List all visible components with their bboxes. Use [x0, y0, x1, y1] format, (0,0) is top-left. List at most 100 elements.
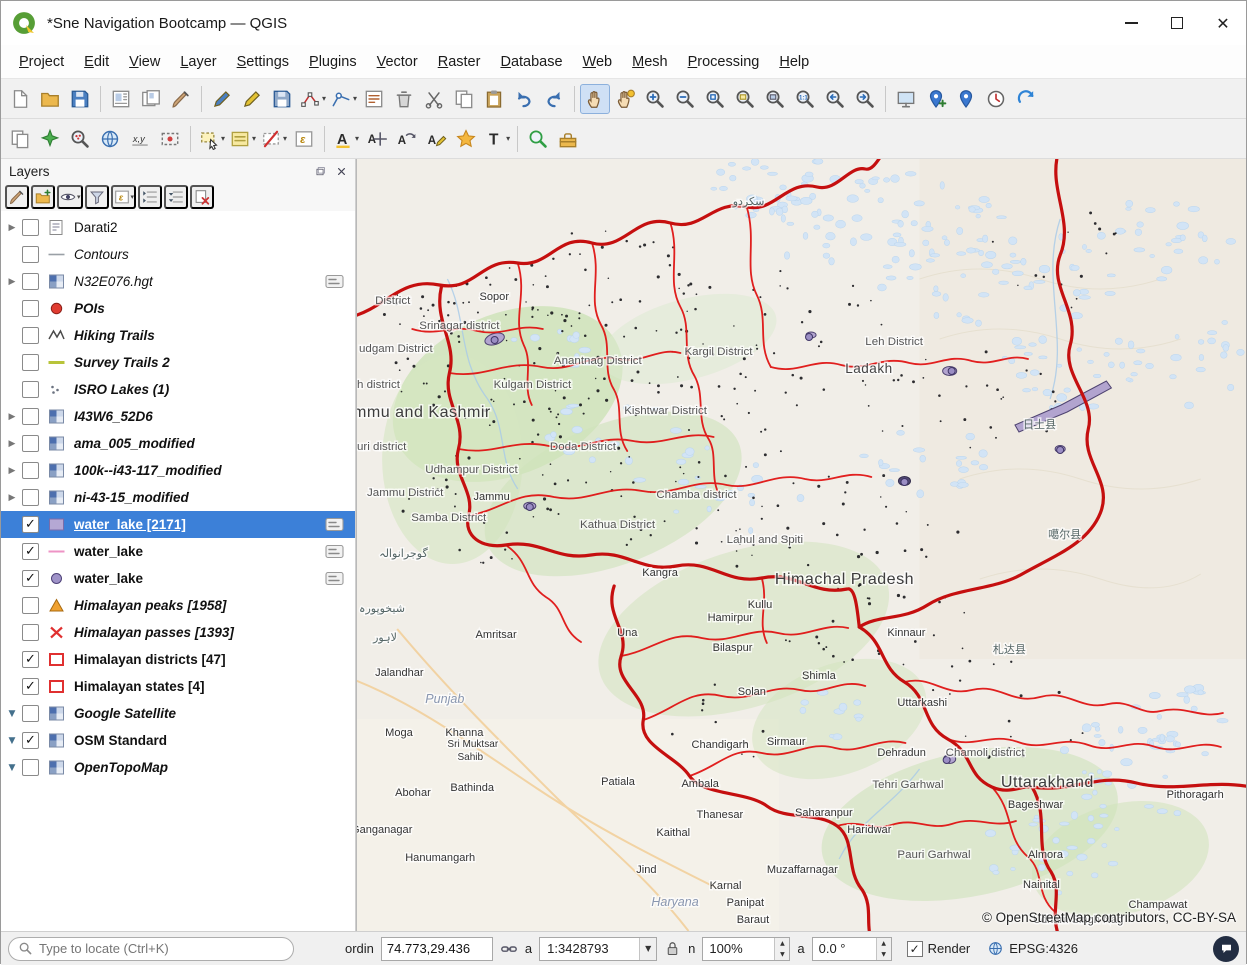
zoom-in-button[interactable] — [640, 84, 670, 114]
show-spatial-bookmarks-button[interactable] — [951, 84, 981, 114]
layer-checkbox[interactable] — [22, 462, 39, 479]
filter-legend-by-expression-button[interactable]: ε ▾ — [110, 185, 137, 209]
layer-row[interactable]: ISRO Lakes (1) — [1, 376, 355, 403]
text-annotation-button[interactable]: T ▾ — [481, 124, 512, 154]
zoom-to-selection-button[interactable] — [730, 84, 760, 114]
zoom-full-button[interactable] — [700, 84, 730, 114]
zoom-to-points-button[interactable] — [65, 124, 95, 154]
layer-row[interactable]: Himalayan peaks [1958] — [1, 592, 355, 619]
render-checkbox[interactable]: ✓ — [906, 940, 923, 957]
pan-to-selection-button[interactable] — [610, 84, 640, 114]
delete-selected-button[interactable] — [389, 84, 419, 114]
coordinate-capture-button[interactable]: x,y — [125, 124, 155, 154]
expander-arrow-icon[interactable]: ▼ — [4, 709, 20, 719]
crs-indicator[interactable]: EPSG:4326 — [987, 940, 1078, 957]
expander-arrow-icon[interactable]: ▶ — [4, 277, 20, 287]
layer-labeling-options-button[interactable]: A ▾ — [330, 124, 361, 154]
save-layer-edits-button[interactable] — [267, 84, 297, 114]
layer-checkbox[interactable]: ✓ — [22, 516, 39, 533]
layer-row[interactable]: ▼ Google Satellite — [1, 700, 355, 727]
select-features-button[interactable]: ▾ — [196, 124, 227, 154]
layer-row[interactable]: Survey Trails 2 — [1, 349, 355, 376]
layer-row[interactable]: Himalayan passes [1393] — [1, 619, 355, 646]
layer-row[interactable]: ▶ I43W6_52D6 — [1, 403, 355, 430]
manage-map-themes-button[interactable]: ▾ — [57, 185, 83, 209]
zoom-native-button[interactable]: 1:1 — [790, 84, 820, 114]
expander-arrow-icon[interactable]: ▶ — [4, 493, 20, 503]
layer-checkbox[interactable] — [22, 246, 39, 263]
layer-row[interactable]: ✓ water_lake — [1, 538, 355, 565]
menu-plugins[interactable]: Plugins — [299, 49, 367, 75]
layer-checkbox[interactable] — [22, 219, 39, 236]
layer-checkbox[interactable] — [22, 435, 39, 452]
layer-checkbox[interactable] — [22, 327, 39, 344]
menu-web[interactable]: Web — [573, 49, 623, 75]
layer-checkbox[interactable]: ✓ — [22, 678, 39, 695]
layer-row[interactable]: ▶ 100k--i43-117_modified — [1, 457, 355, 484]
layer-checkbox[interactable]: ✓ — [22, 570, 39, 587]
layer-checkbox[interactable] — [22, 705, 39, 722]
layer-checkbox[interactable] — [22, 489, 39, 506]
show-layout-manager-button[interactable] — [136, 84, 166, 114]
redo-button[interactable] — [539, 84, 569, 114]
layer-row[interactable]: ✓ water_lake [2171] — [1, 511, 355, 538]
layer-row[interactable]: POIs — [1, 295, 355, 322]
zoom-next-button[interactable] — [850, 84, 880, 114]
layer-row[interactable]: Hiking Trails — [1, 322, 355, 349]
locate-input[interactable] — [39, 941, 284, 956]
paste-features-button[interactable] — [479, 84, 509, 114]
layer-checkbox[interactable] — [22, 597, 39, 614]
expander-arrow-icon[interactable]: ▶ — [4, 439, 20, 449]
add-group-button[interactable] — [31, 185, 55, 209]
menu-help[interactable]: Help — [769, 49, 819, 75]
select-by-expression-button[interactable]: ε — [289, 124, 319, 154]
map-canvas[interactable]: سکردو District Sopor Srinagar district udgam… — [356, 159, 1246, 931]
expander-arrow-icon[interactable]: ▼ — [4, 736, 20, 746]
open-project-button[interactable] — [35, 84, 65, 114]
layer-row[interactable]: ▶ N32E076.hgt — [1, 268, 355, 295]
menu-vector[interactable]: Vector — [367, 49, 428, 75]
temporal-controller-button[interactable] — [981, 84, 1011, 114]
layer-checkbox[interactable]: ✓ — [22, 732, 39, 749]
chevron-down-icon[interactable]: ▼ — [639, 937, 657, 960]
filter-legend-button[interactable] — [84, 185, 109, 209]
coordinate-input[interactable] — [380, 936, 493, 961]
menu-edit[interactable]: Edit — [74, 49, 119, 75]
menu-settings[interactable]: Settings — [227, 49, 299, 75]
layer-row[interactable]: ▶ Darati2 — [1, 214, 355, 241]
menu-mesh[interactable]: Mesh — [622, 49, 677, 75]
metasearch-button[interactable] — [95, 124, 125, 154]
change-label-button[interactable]: A — [421, 124, 451, 154]
layer-checkbox[interactable]: ✓ — [22, 543, 39, 560]
layer-row[interactable]: Contours — [1, 241, 355, 268]
layer-checkbox[interactable] — [22, 624, 39, 641]
menu-database[interactable]: Database — [490, 49, 572, 75]
minimize-button[interactable] — [1108, 1, 1154, 45]
layer-row[interactable]: ✓ water_lake — [1, 565, 355, 592]
magnifier-spinner[interactable]: 100% ▲ ▼ — [702, 936, 791, 961]
layer-checkbox[interactable] — [22, 408, 39, 425]
select-by-value-button[interactable]: ▾ — [227, 124, 258, 154]
lock-scale-icon[interactable] — [664, 940, 681, 957]
save-project-button[interactable] — [65, 84, 95, 114]
osm-search-active-button[interactable] — [35, 124, 65, 154]
layer-checkbox[interactable] — [22, 381, 39, 398]
refresh-button[interactable] — [1011, 84, 1041, 114]
layer-checkbox[interactable] — [22, 759, 39, 776]
open-data-source-manager-button[interactable] — [5, 124, 35, 154]
messages-button[interactable] — [1213, 935, 1239, 962]
new-spatial-bookmark-button[interactable] — [921, 84, 951, 114]
float-panel-button[interactable] — [311, 162, 329, 180]
locate-bar[interactable] — [8, 936, 294, 961]
undo-button[interactable] — [509, 84, 539, 114]
layer-row[interactable]: ✓ Himalayan states [4] — [1, 673, 355, 700]
layer-checkbox[interactable] — [22, 273, 39, 290]
menu-raster[interactable]: Raster — [428, 49, 491, 75]
move-label-button[interactable]: A — [361, 124, 391, 154]
pan-map-button[interactable] — [580, 83, 611, 114]
osm-place-search-button[interactable] — [523, 124, 553, 154]
close-panel-button[interactable] — [332, 162, 350, 180]
menu-project[interactable]: Project — [9, 49, 74, 75]
expander-arrow-icon[interactable]: ▶ — [4, 412, 20, 422]
layer-checkbox[interactable] — [22, 354, 39, 371]
